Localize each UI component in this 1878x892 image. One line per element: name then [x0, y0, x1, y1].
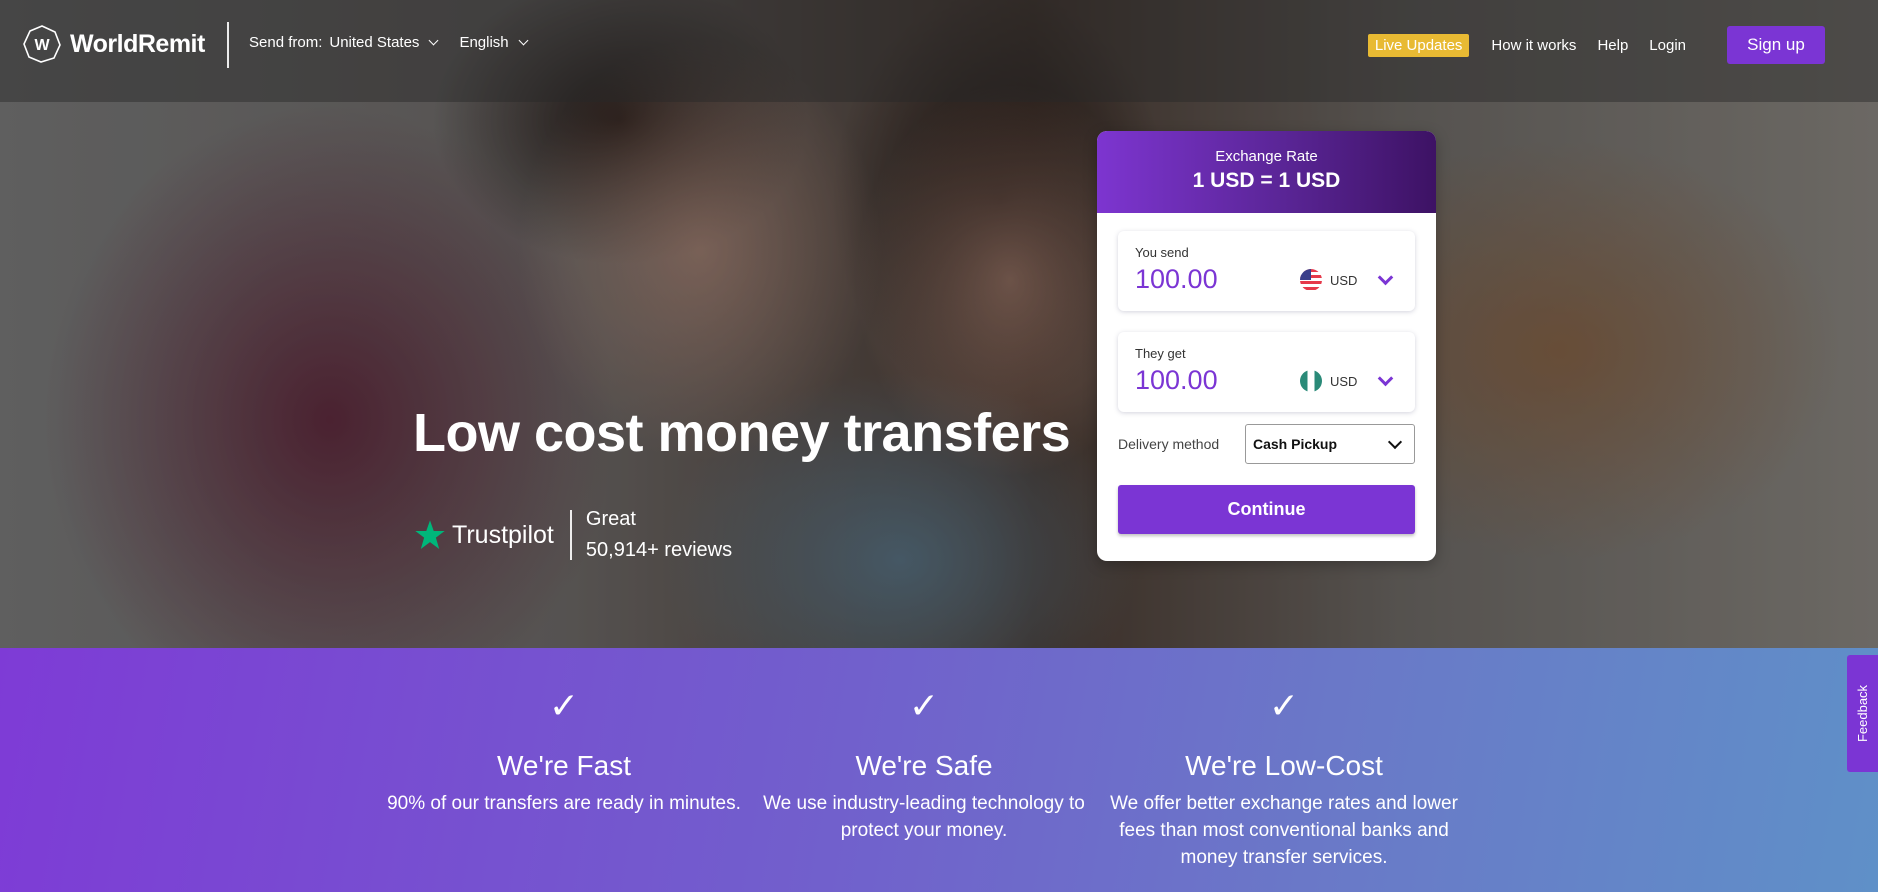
continue-button[interactable]: Continue	[1118, 485, 1415, 534]
send-currency-selector[interactable]: USD	[1300, 269, 1394, 291]
trustpilot-name: Trustpilot	[452, 520, 554, 549]
chevron-down-icon	[1387, 434, 1403, 449]
trustpilot-reviews: 50,914+ reviews	[585, 539, 733, 561]
us-flag-icon	[1300, 269, 1322, 291]
feature-title: We're Fast	[497, 750, 631, 781]
you-send-label: You send	[1135, 245, 1189, 260]
chevron-down-icon[interactable]	[518, 35, 529, 46]
delivery-method-label: Delivery method	[1118, 436, 1220, 452]
hero-title: Low cost money transfers	[413, 403, 1071, 463]
feature-description: 90% of our transfers are ready in minute…	[387, 793, 741, 814]
trustpilot-widget[interactable]: Trustpilot Great 50,914+ reviews	[414, 508, 732, 562]
send-from-label: Send from:	[249, 34, 323, 51]
nav-link-login[interactable]: Login	[1649, 37, 1686, 54]
delivery-method-select[interactable]: Cash Pickup	[1245, 424, 1415, 464]
send-currency-code: USD	[1330, 272, 1358, 288]
you-send-amount-input[interactable]: 100.00	[1135, 264, 1218, 295]
receive-currency-code: USD	[1330, 373, 1358, 389]
trustpilot-divider	[569, 510, 572, 560]
they-get-label: They get	[1135, 346, 1186, 361]
feature-description: We use industry-leading technology to pr…	[763, 793, 1085, 841]
feature-low-cost: ✓ We're Low-Cost We offer better exchang…	[1104, 688, 1464, 871]
nav-divider	[227, 22, 229, 68]
exchange-rate-header: Exchange Rate 1 USD = 1 USD	[1097, 131, 1436, 213]
feature-title: We're Safe	[855, 750, 993, 781]
ng-flag-icon	[1300, 370, 1322, 392]
feature-fast: ✓ We're Fast 90% of our transfers are re…	[384, 688, 744, 817]
you-send-field[interactable]: You send 100.00 USD	[1118, 231, 1415, 311]
worldremit-logo[interactable]: W WorldRemit	[22, 24, 205, 64]
send-from-country-dropdown[interactable]: United States	[329, 34, 419, 51]
features-section: ✓ We're Fast 90% of our transfers are re…	[0, 648, 1878, 892]
feature-title: We're Low-Cost	[1185, 750, 1383, 781]
check-icon: ✓	[908, 685, 940, 726]
trustpilot-rating: Great	[585, 508, 636, 530]
feature-safe: ✓ We're Safe We use industry-leading tec…	[744, 688, 1104, 844]
nav-link-help[interactable]: Help	[1597, 37, 1628, 54]
check-icon: ✓	[1268, 685, 1300, 726]
svg-text:W: W	[34, 37, 50, 54]
feature-description: We offer better exchange rates and lower…	[1110, 793, 1458, 868]
trustpilot-star-icon	[415, 520, 445, 549]
exchange-rate-value: 1 USD = 1 USD	[1192, 169, 1341, 192]
they-get-field[interactable]: They get 100.00 USD	[1118, 332, 1415, 412]
chevron-down-icon[interactable]	[1378, 269, 1394, 285]
chevron-down-icon[interactable]	[1378, 370, 1394, 386]
check-icon: ✓	[548, 685, 580, 726]
chevron-down-icon[interactable]	[428, 35, 439, 46]
nav-link-how-it-works[interactable]: How it works	[1491, 37, 1576, 54]
brand-name: WorldRemit	[70, 29, 205, 58]
logo-icon: W	[23, 25, 61, 63]
transfer-calculator: Exchange Rate 1 USD = 1 USD You send 100…	[1097, 131, 1436, 561]
feedback-tab[interactable]: Feedback	[1847, 655, 1878, 772]
delivery-method-value: Cash Pickup	[1253, 436, 1338, 452]
language-dropdown[interactable]: English	[459, 34, 508, 51]
receive-currency-selector[interactable]: USD	[1300, 370, 1394, 392]
feedback-label: Feedback	[1855, 684, 1870, 743]
live-updates-badge[interactable]: Live Updates	[1367, 33, 1470, 57]
top-navigation: W WorldRemit Send from: United States En…	[0, 0, 1878, 102]
they-get-amount-input[interactable]: 100.00	[1135, 365, 1218, 396]
signup-button[interactable]: Sign up	[1727, 26, 1825, 64]
exchange-rate-label: Exchange Rate	[1215, 148, 1318, 165]
